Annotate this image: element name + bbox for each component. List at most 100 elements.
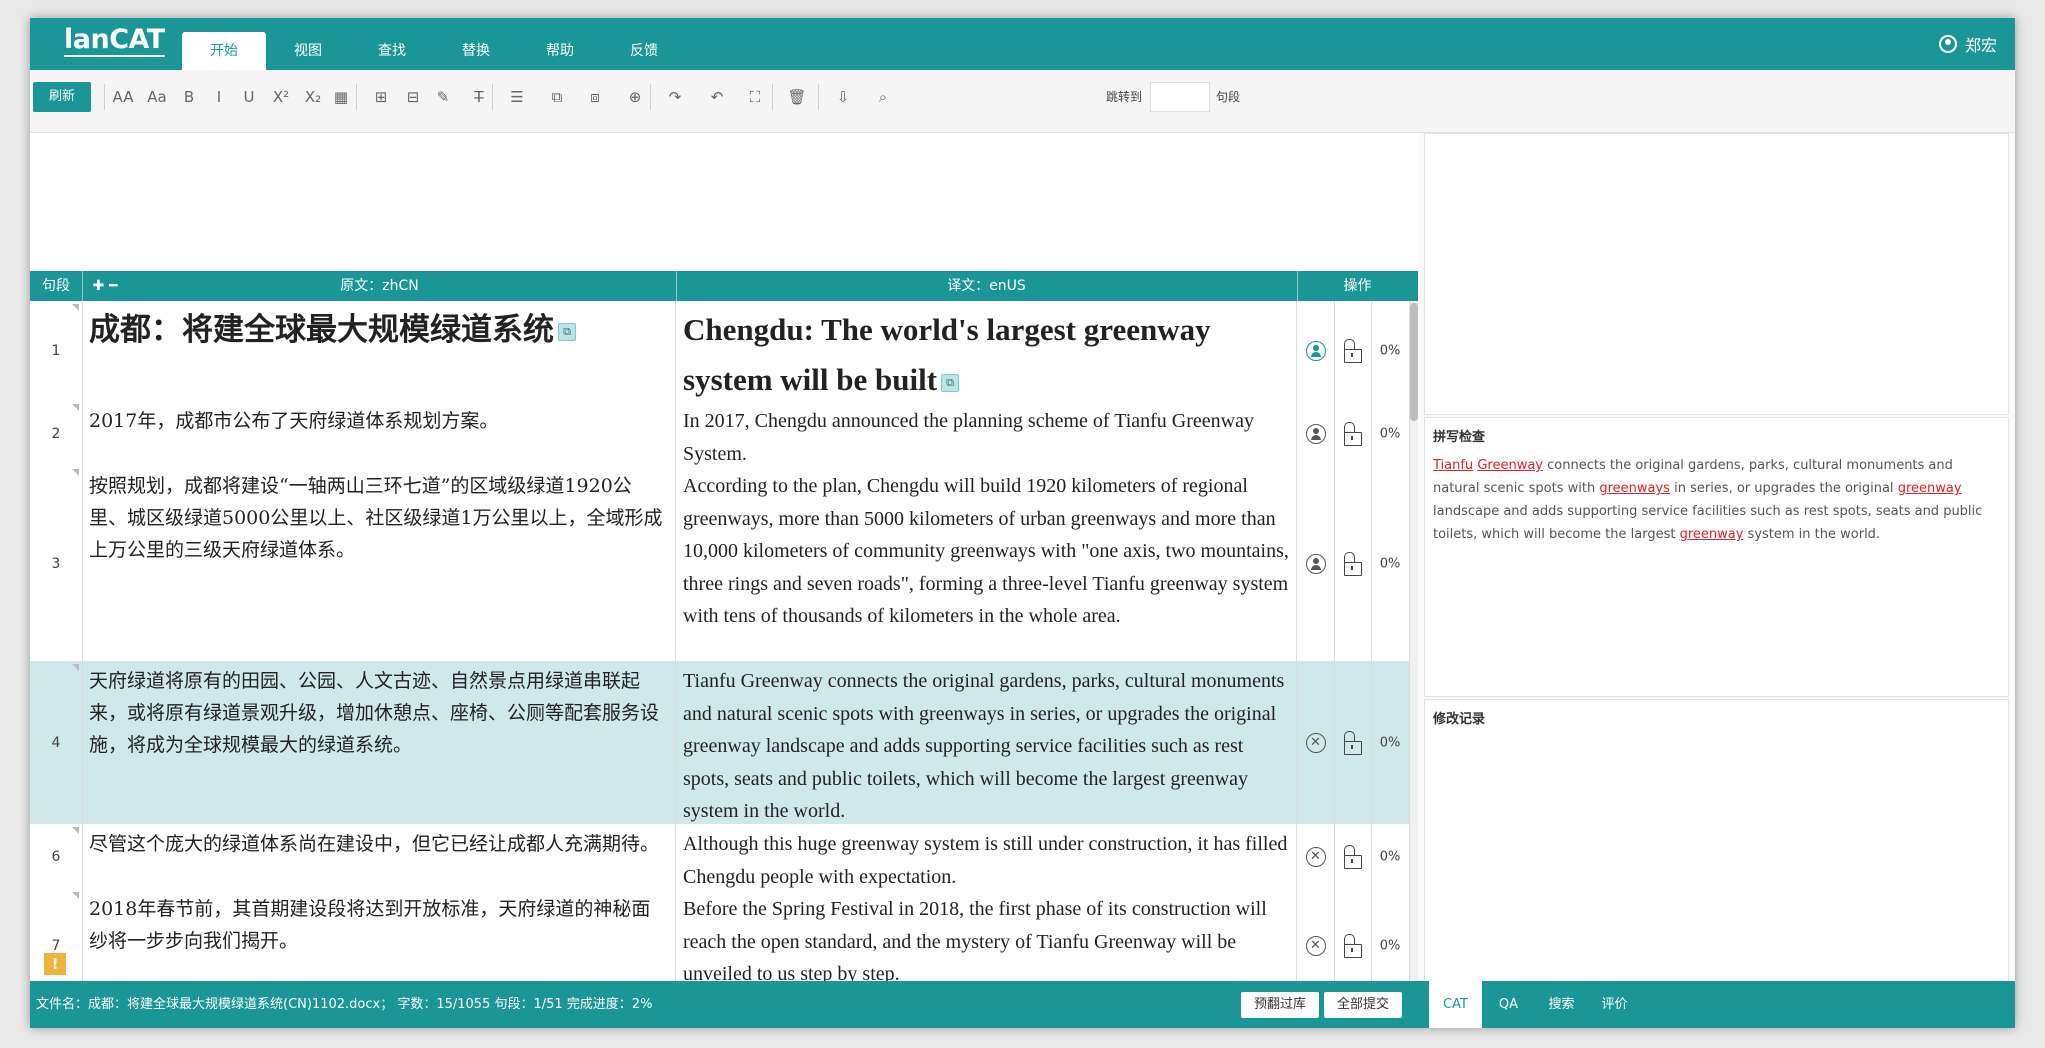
segment-lock-cell[interactable]: [1334, 301, 1372, 401]
bold-icon[interactable]: B: [176, 84, 202, 110]
tag-icon[interactable]: ⧉: [941, 373, 960, 392]
tab-help[interactable]: 帮助: [518, 32, 602, 70]
toolbar-divider: [104, 84, 105, 110]
misspelled-word[interactable]: greenways: [1599, 481, 1670, 496]
segment-lock-cell[interactable]: [1334, 824, 1372, 889]
right-panel-tabs: CAT QA 搜索 评价: [1429, 981, 1641, 1028]
crop-icon[interactable]: ⛶: [742, 84, 768, 110]
segment-number: 3: [30, 466, 83, 661]
edit-icon[interactable]: ✎: [430, 84, 456, 110]
tab-cat[interactable]: CAT: [1429, 981, 1482, 1028]
edit-preview-area[interactable]: [30, 133, 1418, 271]
tab-qa[interactable]: QA: [1482, 981, 1535, 1028]
tab-search[interactable]: 搜索: [1535, 981, 1588, 1028]
confirmed-status-icon[interactable]: [1305, 423, 1326, 444]
misspelled-word[interactable]: Tianfu: [1433, 458, 1473, 473]
source-text-cell[interactable]: 2017年，成都市公布了天府绿道体系规划方案。: [83, 401, 676, 466]
target-text: In 2017, Chengdu announced the planning …: [683, 410, 1254, 465]
source-text-cell[interactable]: 成都：将建全球最大规模绿道系统 ⧉: [83, 301, 676, 401]
target-text-cell[interactable]: Tianfu Greenway connects the original ga…: [676, 661, 1297, 824]
merge-icon[interactable]: ⧈: [582, 84, 608, 110]
segment-progress-cell: 0%: [1371, 301, 1410, 401]
grid-scrollbar[interactable]: [1410, 301, 1418, 1003]
error-status-icon[interactable]: ✕: [1305, 846, 1326, 867]
add-icon[interactable]: ⊕: [622, 84, 648, 110]
goto-segment-input[interactable]: [1150, 82, 1210, 112]
error-status-icon[interactable]: ✕: [1305, 936, 1326, 956]
target-text-cell[interactable]: Chengdu: The world's largest greenway sy…: [676, 301, 1297, 401]
unlock-icon[interactable]: [1343, 339, 1362, 363]
undo-icon[interactable]: ↶: [704, 84, 730, 110]
export-icon[interactable]: ⇩: [830, 84, 856, 110]
unlock-icon[interactable]: [1343, 551, 1362, 576]
unlock-icon[interactable]: [1343, 421, 1362, 446]
misspelled-word[interactable]: greenway: [1898, 481, 1962, 496]
copy-icon[interactable]: ⧉: [544, 84, 570, 110]
copy-source-glyph: ☰: [510, 88, 524, 106]
redo-icon[interactable]: ↷: [662, 84, 688, 110]
tab-start[interactable]: 开始: [182, 32, 266, 70]
target-text-cell[interactable]: According to the plan, Chengdu will buil…: [676, 466, 1297, 661]
misspelled-word[interactable]: greenway: [1680, 527, 1744, 542]
copy-source-icon[interactable]: ☰: [504, 84, 530, 110]
source-text-cell[interactable]: 按照规划，成都将建设“一轴两山三环七道”的区域级绿道1920公里、城区级绿道50…: [83, 466, 676, 661]
error-status-icon[interactable]: ✕: [1305, 732, 1326, 753]
submit-all-button[interactable]: 全部提交: [1324, 992, 1402, 1018]
tab-find[interactable]: 查找: [350, 32, 434, 70]
underline-icon[interactable]: U: [236, 84, 262, 110]
segment-status-cell[interactable]: [1297, 301, 1335, 401]
unlock-icon[interactable]: [1343, 934, 1362, 958]
segment-row[interactable]: 1 成都：将建全球最大规模绿道系统 ⧉ Chengdu: The world's la…: [30, 301, 1410, 402]
target-text: According to the plan, Chengdu will buil…: [683, 475, 1289, 627]
source-text-cell[interactable]: 尽管这个庞大的绿道体系尚在建设中，但它已经让成都人充满期待。: [83, 824, 676, 889]
tab-review[interactable]: 评价: [1588, 981, 1641, 1028]
font-size-increase-icon[interactable]: AA: [110, 84, 136, 110]
delete-icon[interactable]: 🗑: [784, 84, 810, 110]
confirmed-status-icon[interactable]: [1305, 553, 1326, 574]
source-text-cell[interactable]: 天府绿道将原有的田园、公园、人文古迹、自然景点用绿道串联起来，或将原有绿道景观升…: [83, 661, 676, 824]
segment-progress-cell: 0%: [1371, 466, 1410, 661]
segment-progress-cell: 0%: [1371, 401, 1410, 466]
segment-status-cell[interactable]: [1297, 401, 1335, 466]
segment-status-cell[interactable]: ✕: [1297, 661, 1335, 824]
warning-badge[interactable]: !: [44, 953, 66, 975]
unlock-icon[interactable]: [1343, 844, 1362, 869]
font-size-decrease-icon[interactable]: Aa: [144, 84, 170, 110]
segment-lock-cell[interactable]: [1334, 661, 1372, 824]
pretranslate-button[interactable]: 预翻过库: [1241, 992, 1319, 1018]
segment-row[interactable]: 3 按照规划，成都将建设“一轴两山三环七道”的区域级绿道1920公里、城区级绿道…: [30, 466, 1410, 662]
split-icon[interactable]: ⊟: [400, 84, 426, 110]
tab-feedback[interactable]: 反馈: [602, 32, 686, 70]
unlock-icon[interactable]: [1343, 730, 1362, 755]
tab-view[interactable]: 视图: [266, 32, 350, 70]
tab-replace[interactable]: 替换: [434, 32, 518, 70]
italic-icon[interactable]: I: [206, 84, 232, 110]
segment-number: 4: [30, 661, 83, 824]
target-text-cell[interactable]: Although this huge greenway system is st…: [676, 824, 1297, 889]
grid-icon[interactable]: ▦: [328, 84, 354, 110]
segment-number-text: 6: [51, 848, 61, 865]
segment-number-text: 3: [51, 555, 61, 572]
refresh-button[interactable]: 刷新: [33, 82, 91, 112]
superscript-icon[interactable]: X²: [268, 84, 294, 110]
user-menu[interactable]: 郑宏: [1938, 32, 1997, 56]
toolbar-divider: [492, 84, 493, 110]
search-icon[interactable]: ⌕: [870, 84, 896, 110]
clear-format-icon[interactable]: T̶: [466, 84, 492, 110]
misspelled-word[interactable]: Greenway: [1477, 458, 1543, 473]
segment-status-cell[interactable]: ✕: [1297, 824, 1335, 889]
add-remove-segment-icon[interactable]: ✚ ━: [83, 271, 127, 301]
insert-table-icon[interactable]: ⊞: [368, 84, 394, 110]
segment-status-cell[interactable]: [1297, 466, 1335, 661]
segment-row[interactable]: 4 天府绿道将原有的田园、公园、人文古迹、自然景点用绿道串联起来，或将原有绿道景…: [30, 661, 1410, 825]
segment-lock-cell[interactable]: [1334, 401, 1372, 466]
segment-row[interactable]: 6 尽管这个庞大的绿道体系尚在建设中，但它已经让成都人充满期待。 Although …: [30, 824, 1410, 890]
subscript-icon[interactable]: X₂: [300, 84, 326, 110]
scrollbar-thumb[interactable]: [1410, 303, 1418, 421]
segment-row[interactable]: 2 2017年，成都市公布了天府绿道体系规划方案。 In 2017, Chengdu…: [30, 401, 1410, 467]
confirmed-status-icon[interactable]: [1305, 341, 1326, 361]
segment-lock-cell[interactable]: [1334, 466, 1372, 661]
target-text-cell[interactable]: In 2017, Chengdu announced the planning …: [676, 401, 1297, 466]
file-info: 文件名：成都：将建全球最大规模绿道系统(CN)1102.docx； 字数：15/…: [36, 997, 653, 1012]
tag-icon[interactable]: ⧉: [558, 322, 576, 341]
